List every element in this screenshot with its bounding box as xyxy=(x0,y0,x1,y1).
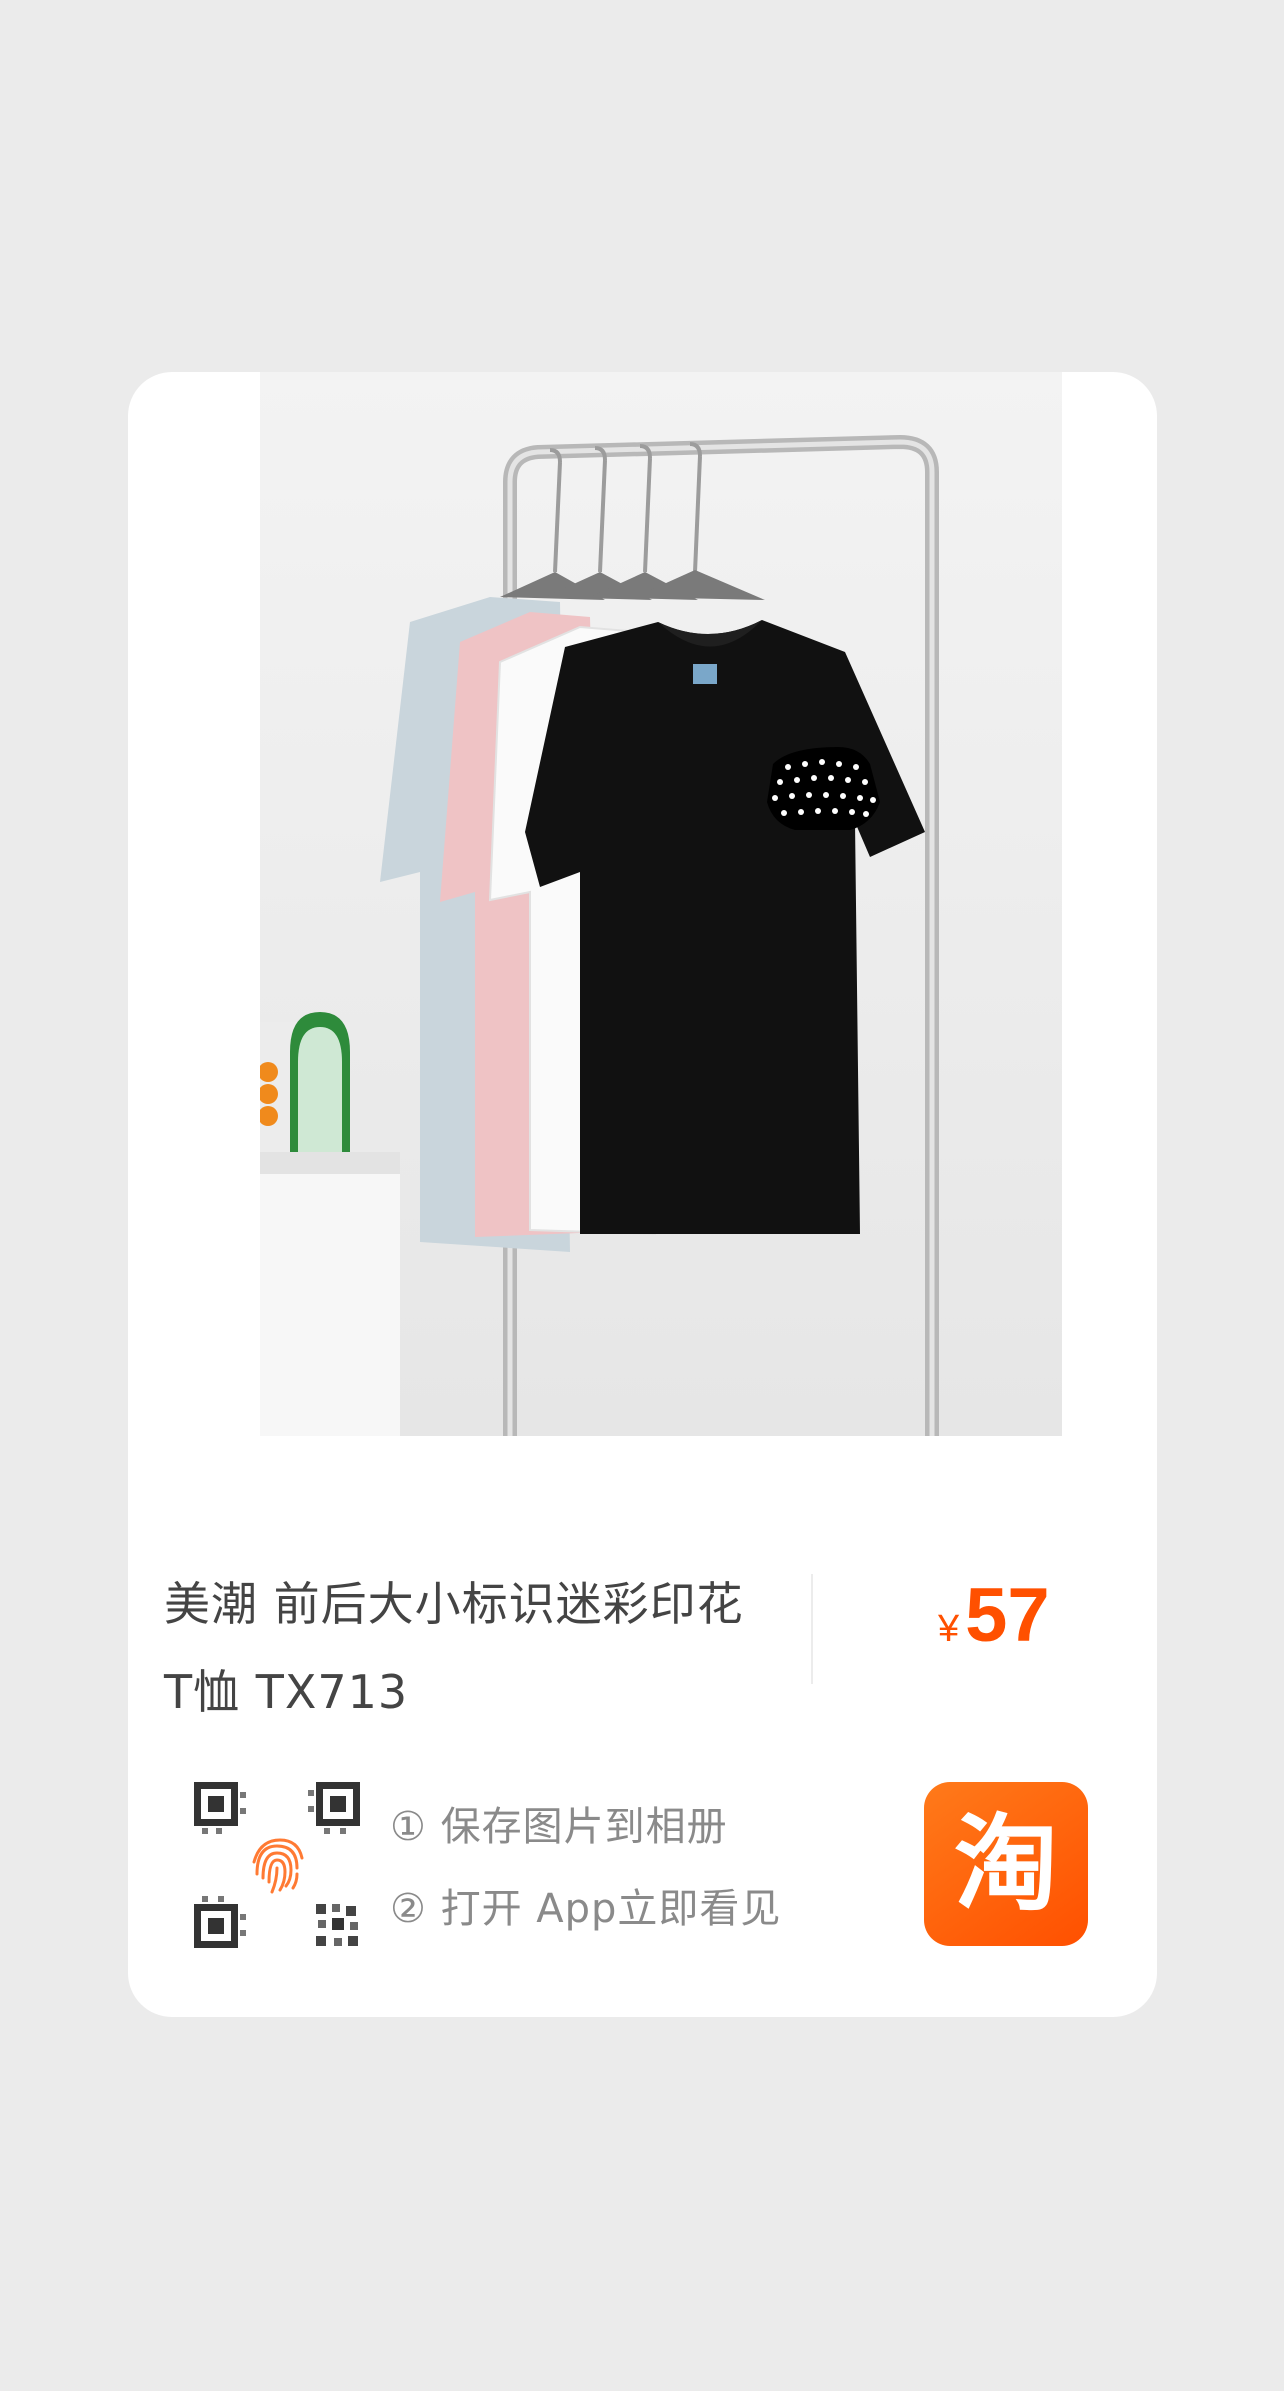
qr-fingerprint-icon xyxy=(194,1782,360,1948)
product-title: 美潮 前后大小标识迷彩印花 T恤 TX713 xyxy=(164,1577,744,1719)
share-card: 美潮 前后大小标识迷彩印花 T恤 TX713 ¥ 57 ① 保存图片到相册 ② … xyxy=(128,372,1157,2017)
product-price: ¥ 57 xyxy=(938,1572,1050,1659)
taobao-logo-glyph: 淘 xyxy=(953,1803,1058,1925)
step-open-app: ② 打开 App立即看见 xyxy=(390,1886,782,1932)
divider xyxy=(811,1574,813,1684)
product-image xyxy=(260,372,1062,1436)
step-save-image: ① 保存图片到相册 xyxy=(390,1804,728,1850)
price-value: 57 xyxy=(965,1573,1050,1658)
taobao-logo: 淘 xyxy=(924,1782,1088,1946)
price-currency: ¥ xyxy=(938,1608,960,1650)
